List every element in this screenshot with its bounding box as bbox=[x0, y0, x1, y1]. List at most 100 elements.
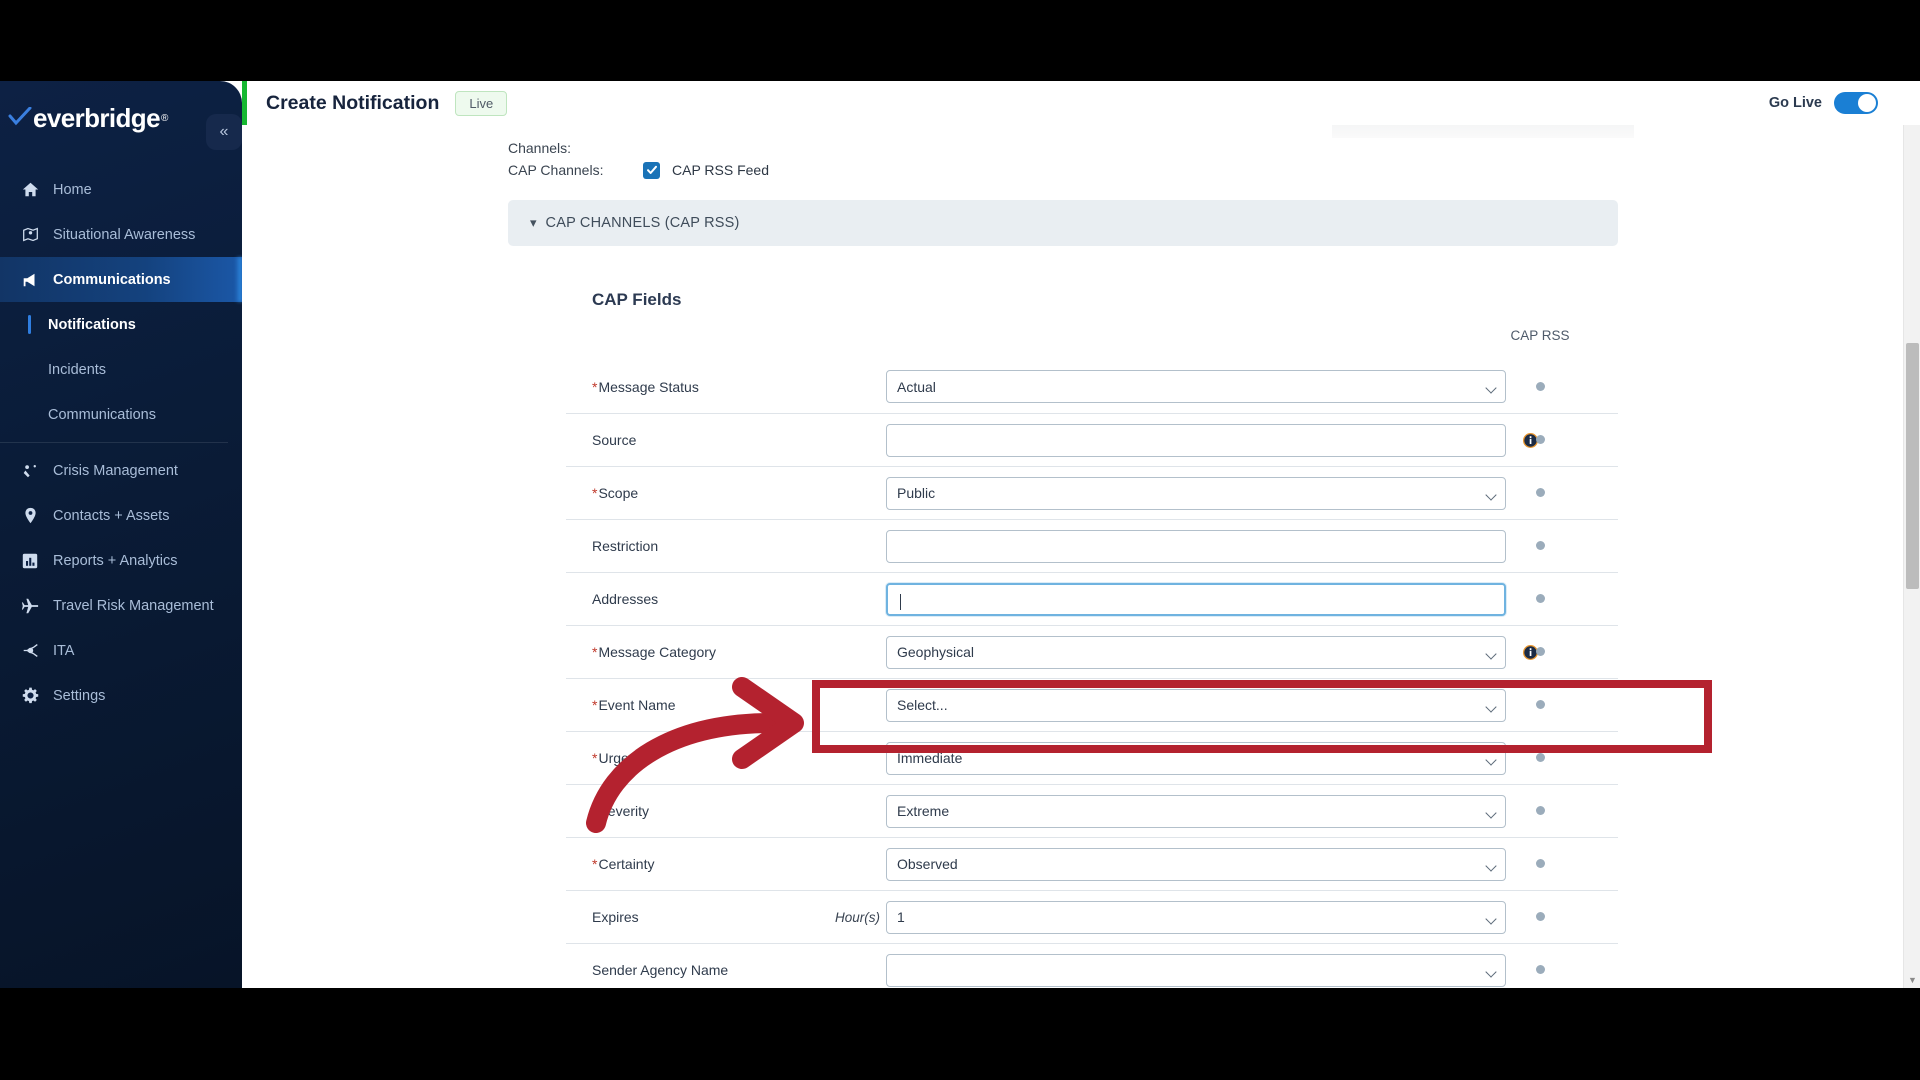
cap-field-label-text: Message Status bbox=[598, 378, 699, 395]
sidebar-item-label: Settings bbox=[53, 687, 106, 704]
cap-field-select[interactable]: Observed bbox=[886, 847, 1506, 881]
sidebar-item-situational-awareness[interactable]: Situational Awareness bbox=[0, 212, 242, 257]
select-selected-value: Select... bbox=[897, 697, 948, 713]
location-pin-icon bbox=[19, 506, 41, 526]
sidebar-subitem-label: Communications bbox=[48, 406, 156, 423]
scroll-down-arrow-icon[interactable]: ▼ bbox=[1907, 974, 1918, 985]
cap-rss-indicator bbox=[1470, 537, 1610, 555]
cap-field-row: *Urgency Immediate bbox=[566, 731, 1618, 784]
sidebar-item-communications-sub[interactable]: Communications bbox=[0, 392, 242, 437]
cap-field-input[interactable] bbox=[886, 529, 1506, 563]
cap-field-select[interactable]: Actual bbox=[886, 370, 1506, 403]
cap-rss-indicator bbox=[1470, 696, 1610, 714]
cap-field-control: Observed bbox=[886, 847, 1506, 881]
crisis-management-icon bbox=[19, 461, 41, 481]
cap-rss-indicator bbox=[1470, 378, 1610, 396]
cap-field-row: *Message Category Geophysical bbox=[566, 625, 1618, 678]
cap-field-select[interactable]: Immediate bbox=[886, 741, 1506, 775]
cap-field-select[interactable]: Public bbox=[886, 476, 1506, 510]
cap-field-label: Sender Agency Name bbox=[592, 962, 820, 978]
cap-rss-indicator bbox=[1470, 802, 1610, 820]
cap-rss-indicator bbox=[1470, 643, 1610, 661]
cap-rss-column-header: CAP RSS bbox=[1510, 328, 1570, 343]
sidebar-item-crisis-management[interactable]: Crisis Management bbox=[0, 448, 242, 493]
cap-channels-section-header[interactable]: ▾ CAP CHANNELS (CAP RSS) bbox=[508, 200, 1618, 246]
cap-field-label: *Event Name bbox=[592, 697, 820, 713]
cap-field-row: *Event Name Select... bbox=[566, 678, 1618, 731]
cap-fields-title: CAP Fields bbox=[592, 290, 682, 309]
cap-field-label: *Message Category bbox=[592, 644, 820, 660]
cap-field-label-text: Restriction bbox=[592, 538, 659, 554]
select-selected-value: Extreme bbox=[897, 803, 950, 819]
cap-field-select[interactable]: 1 bbox=[886, 900, 1506, 934]
go-live-control: Go Live bbox=[1769, 92, 1878, 114]
channels-summary: Channels: CAP Channels: CAP RSS Feed bbox=[508, 137, 769, 181]
cap-field-select[interactable] bbox=[886, 953, 1506, 987]
live-status-badge: Live bbox=[455, 90, 508, 116]
required-asterisk: * bbox=[592, 856, 598, 872]
bar-chart-icon bbox=[19, 551, 41, 571]
select-wrapper: Actual bbox=[886, 370, 1506, 403]
sidebar-item-incidents[interactable]: Incidents bbox=[0, 347, 242, 392]
sidebar-item-ita[interactable]: ITA bbox=[0, 628, 242, 673]
cap-field-label-text: Urgency bbox=[598, 750, 651, 766]
required-asterisk: * bbox=[592, 378, 598, 395]
scrolled-offscreen-element bbox=[1332, 125, 1634, 138]
brand-name: everbridge bbox=[33, 102, 161, 133]
cap-fields-rows: *Message Status Actual Source *Scope Public R… bbox=[566, 360, 1618, 988]
page-title: Create Notification bbox=[266, 91, 440, 114]
cap-field-control bbox=[886, 529, 1506, 563]
cap-field-label-text: Source bbox=[592, 432, 637, 448]
select-selected-value: Geophysical bbox=[897, 644, 975, 660]
status-dot bbox=[1535, 753, 1545, 762]
sidebar-item-communications[interactable]: Communications bbox=[0, 257, 242, 302]
cap-field-select[interactable]: Geophysical bbox=[886, 635, 1506, 669]
cap-field-select[interactable]: Extreme bbox=[886, 794, 1506, 828]
sidebar-item-home[interactable]: Home bbox=[0, 167, 242, 212]
situational-awareness-icon bbox=[19, 225, 41, 245]
select-wrapper: 1 bbox=[886, 900, 1506, 934]
go-live-label: Go Live bbox=[1768, 95, 1822, 111]
cap-field-hint: Hour(s) bbox=[834, 909, 880, 925]
cap-field-select[interactable]: Select... bbox=[886, 688, 1506, 722]
required-asterisk: * bbox=[592, 485, 598, 501]
go-live-toggle[interactable] bbox=[1834, 92, 1878, 114]
sidebar-collapse-button[interactable]: « bbox=[206, 114, 242, 150]
status-dot bbox=[1535, 965, 1545, 974]
vertical-scrollbar[interactable]: ▼ bbox=[1903, 125, 1920, 988]
sidebar-item-travel-risk-management[interactable]: Travel Risk Management bbox=[0, 583, 242, 628]
page-header: Create Notification Live Go Live bbox=[242, 81, 1920, 125]
status-dot bbox=[1535, 381, 1545, 391]
scrollbar-thumb[interactable] bbox=[1906, 343, 1919, 589]
cap-rss-feed-checkbox[interactable] bbox=[643, 161, 660, 179]
home-icon bbox=[19, 180, 41, 200]
cap-field-label: *Urgency bbox=[592, 750, 820, 766]
status-dot bbox=[1535, 912, 1545, 921]
sidebar-subitem-label: Incidents bbox=[48, 361, 107, 378]
sidebar-item-contacts-assets[interactable]: Contacts + Assets bbox=[0, 493, 242, 538]
cap-field-row: *Scope Public bbox=[566, 466, 1618, 519]
required-asterisk: * bbox=[592, 803, 598, 819]
cap-field-row: Source bbox=[566, 413, 1618, 466]
select-wrapper: Extreme bbox=[886, 794, 1506, 828]
cap-field-label: *Scope bbox=[592, 485, 820, 501]
sidebar-item-settings[interactable]: Settings bbox=[0, 673, 242, 718]
cap-field-label-text: Severity bbox=[598, 803, 650, 819]
select-wrapper: Select... bbox=[886, 688, 1506, 722]
sidebar-item-label: Situational Awareness bbox=[53, 226, 196, 243]
sidebar-item-reports-analytics[interactable]: Reports + Analytics bbox=[0, 538, 242, 583]
sidebar-item-notifications[interactable]: Notifications bbox=[0, 302, 242, 347]
cap-field-input[interactable] bbox=[886, 423, 1506, 457]
browser-viewport: everbridge ® « Home Situational Awarenes… bbox=[0, 81, 1920, 988]
cap-field-control: Public bbox=[886, 476, 1506, 510]
addresses-input[interactable] bbox=[886, 582, 1506, 616]
select-wrapper: Immediate bbox=[886, 741, 1506, 775]
cap-field-label-text: Event Name bbox=[598, 697, 676, 713]
cap-field-label-text: Scope bbox=[598, 485, 639, 501]
cap-field-label: *Message Status bbox=[592, 379, 820, 395]
cap-field-row: *Message Status Actual bbox=[566, 360, 1618, 413]
required-asterisk: * bbox=[592, 750, 598, 766]
chevron-left-double-icon: « bbox=[219, 123, 229, 140]
cap-field-label-text: Sender Agency Name bbox=[592, 962, 729, 978]
sidebar-item-label: Home bbox=[53, 181, 92, 198]
